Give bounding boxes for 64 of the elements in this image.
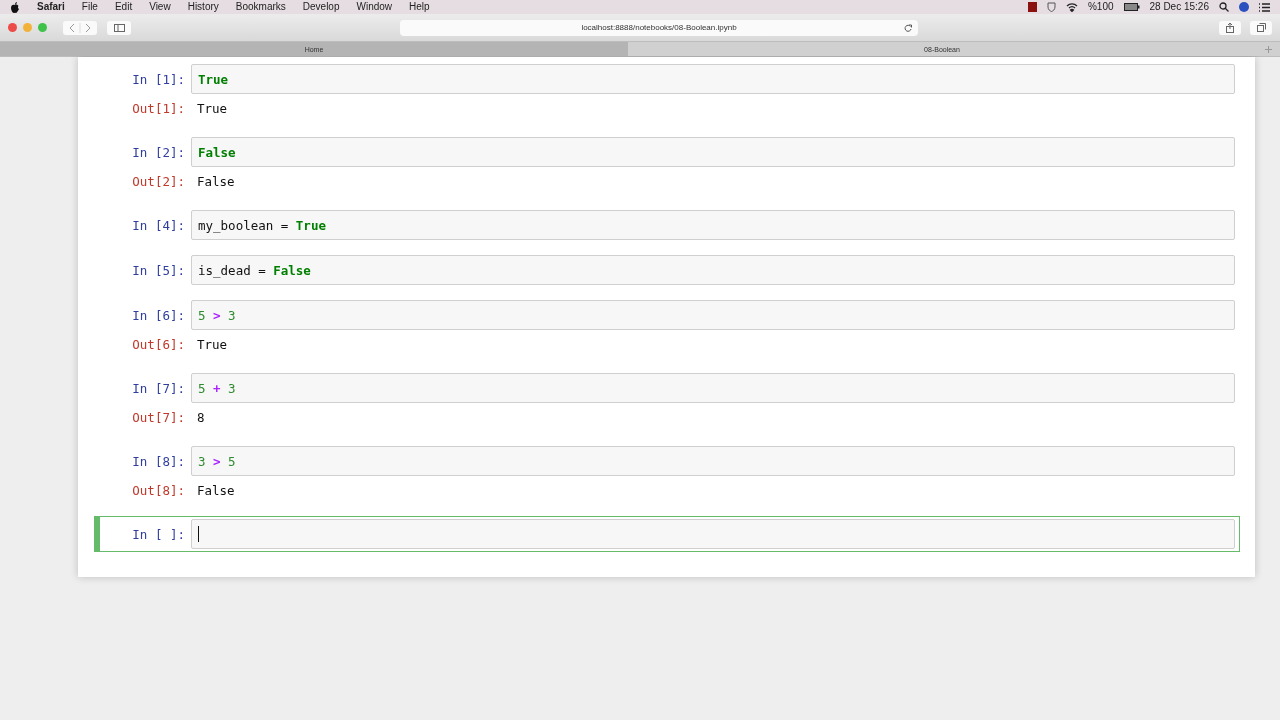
close-button[interactable] <box>8 23 17 32</box>
code-input[interactable]: 3 > 5 <box>191 446 1235 476</box>
menu-item[interactable]: Bookmarks <box>235 0 286 14</box>
output-text: True <box>196 336 228 354</box>
output-prompt: Out[8]: <box>131 482 186 498</box>
search-icon[interactable] <box>1219 2 1229 12</box>
menu-item[interactable]: Edit <box>114 0 133 14</box>
code-cell[interactable]: In [2]: False Out[2]: False <box>94 134 1240 198</box>
menu-item[interactable]: Develop <box>302 0 340 14</box>
sidebar-icon <box>113 23 125 32</box>
menu-item[interactable]: View <box>149 0 171 14</box>
code-input[interactable] <box>191 519 1235 549</box>
menu-item[interactable]: Help <box>409 0 430 14</box>
text-cursor <box>198 526 199 542</box>
menu-item[interactable]: History <box>187 0 219 14</box>
code-input[interactable]: is_dead = False <box>191 255 1235 285</box>
input-prompt: In [ ]: <box>131 526 186 542</box>
code-input[interactable]: True <box>191 64 1235 94</box>
share-icon <box>1226 22 1234 33</box>
output-text: False <box>196 482 235 500</box>
code-cell[interactable]: In [1]: True Out[1]: True <box>94 61 1240 125</box>
tabs-icon <box>1256 23 1266 32</box>
output-prompt: Out[6]: <box>131 336 186 352</box>
input-prompt: In [2]: <box>131 144 186 160</box>
code-cell[interactable]: In [4]: my_boolean = True <box>94 207 1240 243</box>
code-input[interactable]: 5 > 3 <box>191 300 1235 330</box>
address-field[interactable]: localhost:8888/notebooks/08-Boolean.ipynb <box>400 19 918 36</box>
back-forward-button[interactable] <box>63 20 97 35</box>
output-prompt: Out[7]: <box>131 409 186 425</box>
battery-percent[interactable]: %100 <box>1087 0 1114 14</box>
output-text: 8 <box>196 409 205 427</box>
menu-item[interactable]: File <box>81 0 98 14</box>
reload-icon[interactable] <box>904 23 912 32</box>
code-cell[interactable]: In [8]: 3 > 5 Out[8]: False <box>94 443 1240 507</box>
apple-icon[interactable] <box>10 1 20 13</box>
sidebar-button[interactable] <box>107 20 131 35</box>
battery-icon[interactable] <box>1123 3 1140 11</box>
shield-icon[interactable] <box>1046 2 1056 12</box>
selected-cell[interactable]: In [ ]: <box>94 516 1240 552</box>
clock[interactable]: 28 Dec 15:26 <box>1149 0 1209 14</box>
siri-icon[interactable] <box>1239 2 1249 12</box>
input-prompt: In [7]: <box>131 380 186 396</box>
output-prompt: Out[1]: <box>131 100 186 116</box>
code-input[interactable]: 5 + 3 <box>191 373 1235 403</box>
app-menu[interactable]: Safari <box>37 0 65 14</box>
code-cell[interactable]: In [5]: is_dead = False <box>94 252 1240 288</box>
flag-icon[interactable] <box>1027 2 1037 12</box>
code-input[interactable]: False <box>191 137 1235 167</box>
output-text: False <box>196 173 235 191</box>
code-cell[interactable]: In [7]: 5 + 3 Out[7]: 8 <box>94 370 1240 434</box>
code-input[interactable]: my_boolean = True <box>191 210 1235 240</box>
menu-item[interactable]: Window <box>356 0 393 14</box>
input-prompt: In [4]: <box>131 217 186 233</box>
wifi-icon[interactable] <box>1065 2 1078 12</box>
input-prompt: In [1]: <box>131 71 186 87</box>
code-cell[interactable]: In [6]: 5 > 3 Out[6]: True <box>94 297 1240 361</box>
input-prompt: In [5]: <box>131 262 186 278</box>
tabs-button[interactable] <box>1250 20 1272 35</box>
list-icon[interactable] <box>1259 2 1270 12</box>
input-prompt: In [6]: <box>131 307 186 323</box>
output-prompt: Out[2]: <box>131 173 186 189</box>
share-button[interactable] <box>1219 20 1241 35</box>
input-prompt: In [8]: <box>131 453 186 469</box>
output-text: True <box>196 100 228 118</box>
